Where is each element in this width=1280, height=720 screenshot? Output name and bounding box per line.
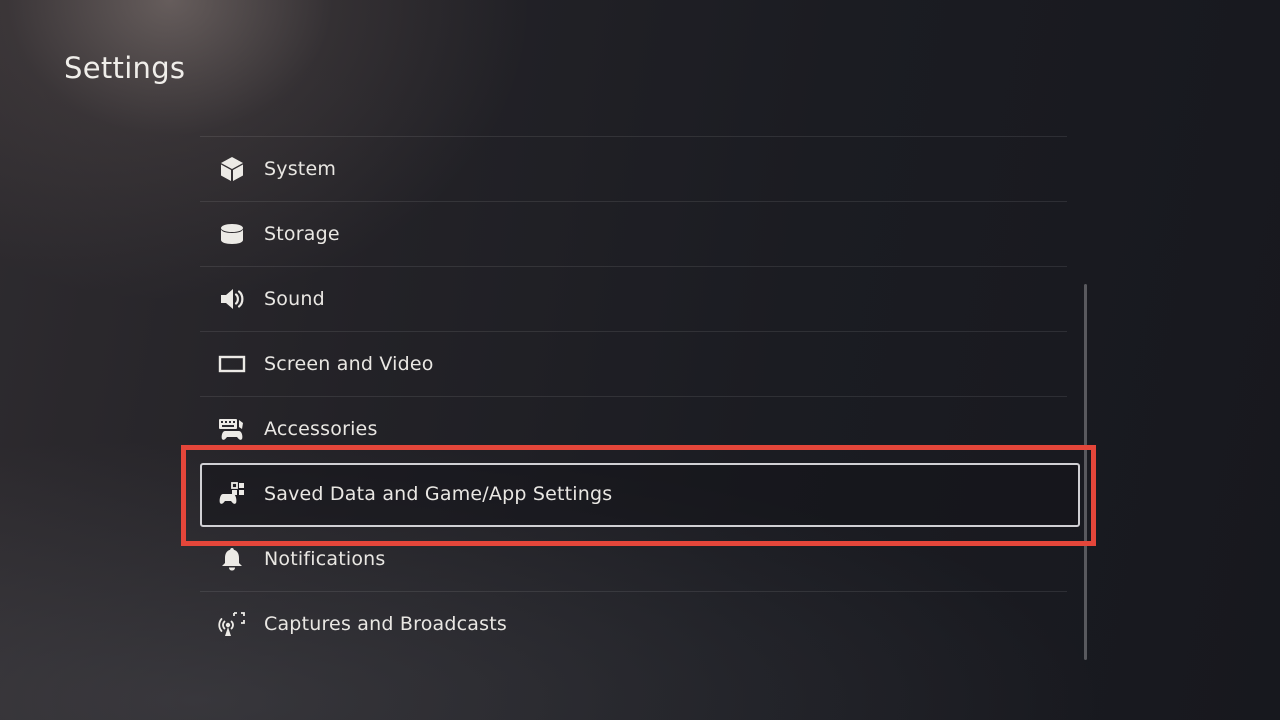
- menu-item-system[interactable]: System: [200, 136, 1067, 201]
- menu-item-label: Captures and Broadcasts: [264, 613, 507, 635]
- accessories-icon: [218, 415, 246, 443]
- menu-item-label: Notifications: [264, 548, 386, 570]
- menu-item-screen-and-video[interactable]: Screen and Video: [200, 331, 1067, 396]
- screen-icon: [218, 350, 246, 378]
- menu-item-accessories[interactable]: Accessories: [200, 396, 1067, 461]
- saved-data-controller-icon: [218, 480, 246, 508]
- speaker-icon: [218, 285, 246, 313]
- menu-item-label: Storage: [264, 223, 340, 245]
- menu-item-label: Screen and Video: [264, 353, 434, 375]
- settings-menu: System Storage Sound Screen and Video Ac…: [200, 136, 1080, 656]
- menu-item-captures-and-broadcasts[interactable]: Captures and Broadcasts: [200, 591, 1067, 656]
- menu-item-saved-data-and-game-app-settings[interactable]: Saved Data and Game/App Settings: [200, 461, 1080, 527]
- menu-item-storage[interactable]: Storage: [200, 201, 1067, 266]
- menu-item-label: Saved Data and Game/App Settings: [264, 483, 613, 505]
- menu-item-label: System: [264, 158, 337, 180]
- broadcast-icon: [218, 610, 246, 638]
- page-title: Settings: [64, 51, 186, 85]
- system-cube-icon: [218, 155, 246, 183]
- scrollbar[interactable]: [1084, 284, 1087, 660]
- bell-icon: [218, 545, 246, 573]
- menu-item-label: Accessories: [264, 418, 378, 440]
- menu-item-label: Sound: [264, 288, 325, 310]
- storage-drive-icon: [218, 220, 246, 248]
- menu-item-sound[interactable]: Sound: [200, 266, 1067, 331]
- menu-item-notifications[interactable]: Notifications: [200, 526, 1067, 591]
